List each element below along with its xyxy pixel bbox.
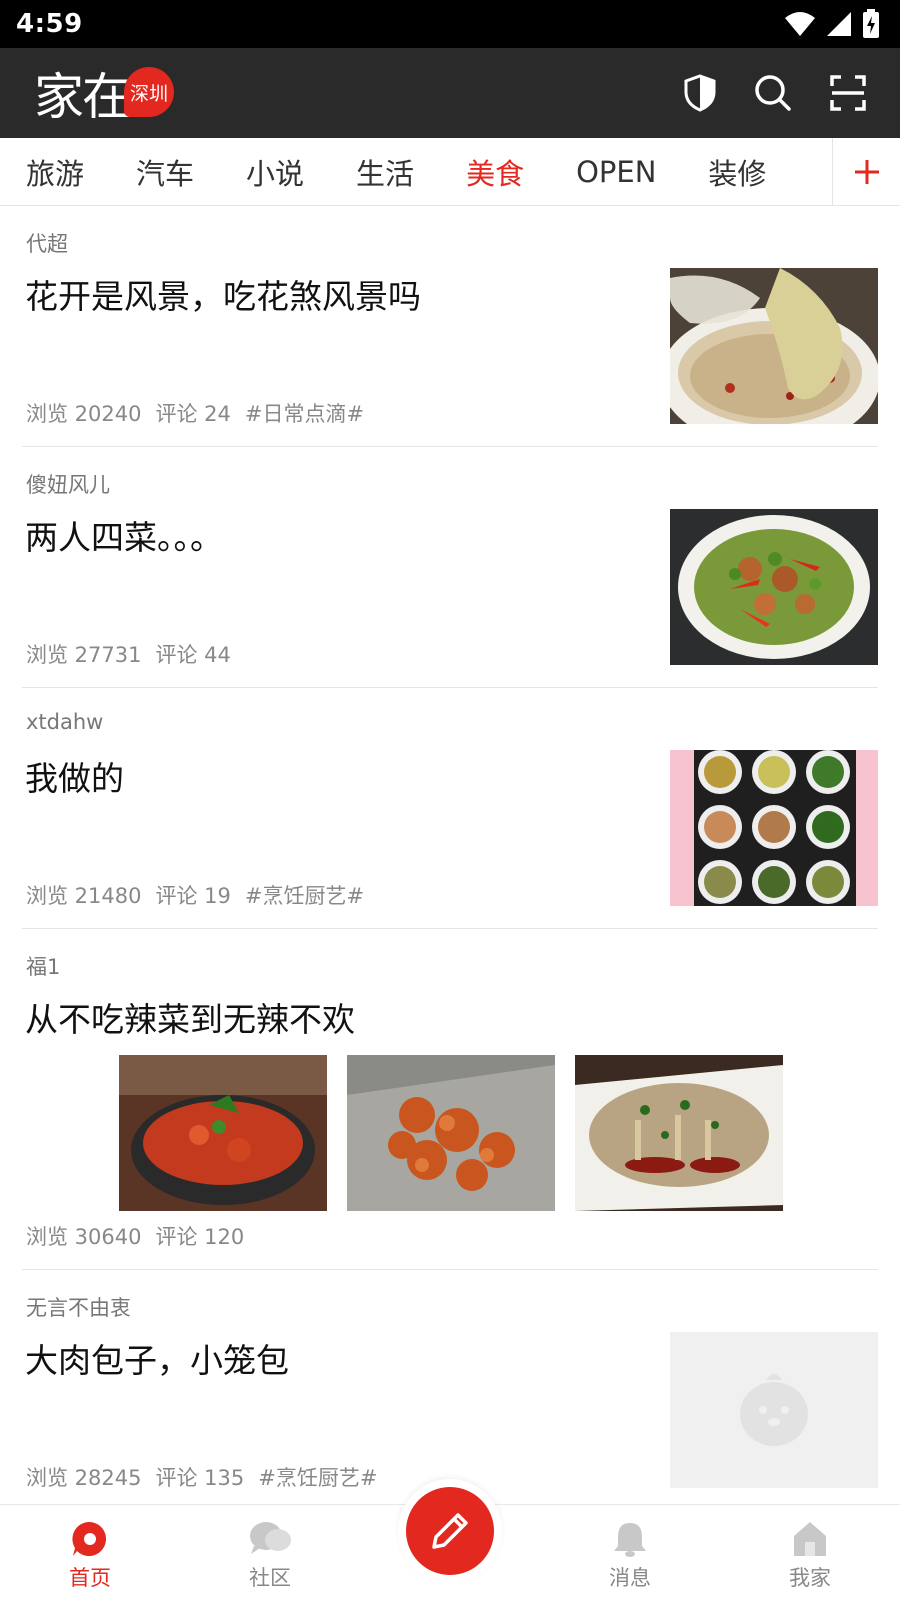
tab-life[interactable]: 生活 <box>356 151 414 193</box>
shield-button[interactable] <box>684 74 716 112</box>
post-item[interactable]: 傻妞风儿 两人四菜。。。 浏览 27731 评论 44 <box>22 447 878 688</box>
tab-open[interactable]: OPEN <box>576 155 656 189</box>
post-author[interactable]: xtdahw <box>26 710 103 734</box>
pencil-icon <box>432 1513 468 1549</box>
signal-icon <box>827 12 851 36</box>
post-author[interactable]: 福1 <box>26 951 60 981</box>
status-time: 4:59 <box>16 9 83 39</box>
scan-icon <box>830 75 866 111</box>
nav-compose <box>360 1479 540 1600</box>
post-item[interactable]: 福1 从不吃辣菜到无辣不欢 浏览 30640 评论 120 <box>22 929 878 1270</box>
post-meta: 浏览 21480 评论 19 #烹饪厨艺# <box>26 880 364 910</box>
post-item[interactable]: 无言不由衷 大肉包子，小笼包 浏览 28245 评论 135 #烹饪厨艺# <box>22 1270 878 1511</box>
scan-button[interactable] <box>830 75 866 111</box>
post-item[interactable]: 代超 花开是风景，吃花煞风景吗 浏览 20240 评论 24 #日常点滴# <box>22 206 878 447</box>
post-meta: 浏览 27731 评论 44 <box>26 639 231 669</box>
post-meta: 浏览 20240 评论 24 #日常点滴# <box>26 398 364 428</box>
post-title[interactable]: 从不吃辣菜到无辣不欢 <box>25 993 625 1041</box>
nav-home[interactable]: 首页 <box>0 1505 180 1600</box>
compose-button[interactable] <box>406 1487 494 1575</box>
category-tabs: 旅游 汽车 小说 生活 美食 OPEN 装修 <box>0 137 900 206</box>
shield-icon <box>684 74 716 112</box>
nav-community[interactable]: 社区 <box>180 1505 360 1600</box>
post-author[interactable]: 傻妞风儿 <box>26 469 110 499</box>
comment-count: 评论 24 <box>155 402 231 426</box>
comment-count: 评论 19 <box>155 884 231 908</box>
logo-city-badge: 深圳 <box>124 67 174 117</box>
post-meta: 浏览 30640 评论 120 <box>26 1221 244 1251</box>
nav-messages[interactable]: 消息 <box>540 1505 720 1600</box>
app-header: 家在 深圳 <box>0 48 900 138</box>
wifi-icon <box>785 12 815 36</box>
post-title[interactable]: 大肉包子，小笼包 <box>25 1334 625 1382</box>
nav-messages-label: 消息 <box>609 1566 651 1590</box>
view-count: 浏览 28245 <box>26 1466 142 1490</box>
tab-decoration[interactable]: 装修 <box>708 151 766 193</box>
spicy-pot-image[interactable] <box>119 1055 327 1211</box>
post-tag[interactable]: #烹饪厨艺# <box>245 880 364 910</box>
comment-count: 评论 44 <box>155 643 231 667</box>
post-title[interactable]: 两人四菜。。。 <box>25 511 625 559</box>
post-tag[interactable]: #日常点滴# <box>245 398 364 428</box>
tab-cars[interactable]: 汽车 <box>136 151 194 193</box>
home-chat-icon <box>72 1521 107 1556</box>
post-tag[interactable]: #烹饪厨艺# <box>258 1462 377 1492</box>
add-tab-button[interactable] <box>832 137 900 206</box>
post-item[interactable]: xtdahw 我做的 浏览 21480 评论 19 #烹饪厨艺# <box>22 688 878 929</box>
post-feed: 代超 花开是风景，吃花煞风景吗 浏览 20240 评论 24 #日常点滴# 傻妞… <box>0 206 900 1511</box>
app-logo[interactable]: 家在 深圳 <box>34 57 174 129</box>
battery-icon <box>863 9 879 38</box>
post-author[interactable]: 无言不由衷 <box>26 1292 131 1322</box>
nav-home-label: 首页 <box>69 1566 111 1590</box>
house-icon <box>794 1522 826 1556</box>
tab-food[interactable]: 美食 <box>466 151 524 193</box>
post-title[interactable]: 我做的 <box>25 752 625 800</box>
tab-travel[interactable]: 旅游 <box>26 151 84 193</box>
dessert-bowl-image[interactable] <box>670 268 878 424</box>
nav-mine[interactable]: 我家 <box>720 1505 900 1600</box>
logo-text: 家在 <box>34 68 132 126</box>
comment-count: 评论 120 <box>155 1225 245 1249</box>
plus-icon <box>854 159 879 184</box>
bell-icon <box>614 1523 646 1557</box>
post-meta: 浏览 28245 评论 135 #烹饪厨艺# <box>26 1462 377 1492</box>
community-icon <box>250 1522 291 1554</box>
stirfry-plate-image[interactable] <box>670 509 878 665</box>
cold-dish-image[interactable] <box>575 1055 783 1211</box>
post-author[interactable]: 代超 <box>26 228 68 258</box>
nav-mine-label: 我家 <box>789 1566 831 1590</box>
tab-novels[interactable]: 小说 <box>246 151 304 193</box>
dish-grid-image[interactable] <box>670 750 878 906</box>
comment-count: 评论 135 <box>155 1466 245 1490</box>
fried-dish-image[interactable] <box>347 1055 555 1211</box>
post-title[interactable]: 花开是风景，吃花煞风景吗 <box>25 270 625 318</box>
view-count: 浏览 27731 <box>26 643 142 667</box>
header-actions <box>684 74 866 112</box>
post-image-row <box>119 1055 783 1211</box>
bottom-nav: 首页 社区 消息 我家 <box>0 1479 900 1600</box>
placeholder-mascot-image[interactable] <box>670 1332 878 1488</box>
search-icon <box>755 75 791 111</box>
status-bar: 4:59 <box>0 0 900 48</box>
nav-community-label: 社区 <box>249 1566 291 1590</box>
status-icons <box>784 9 880 39</box>
view-count: 浏览 30640 <box>26 1225 142 1249</box>
view-count: 浏览 21480 <box>26 884 142 908</box>
search-button[interactable] <box>754 74 792 112</box>
view-count: 浏览 20240 <box>26 402 142 426</box>
tab-list: 旅游 汽车 小说 生活 美食 OPEN 装修 <box>0 151 832 193</box>
